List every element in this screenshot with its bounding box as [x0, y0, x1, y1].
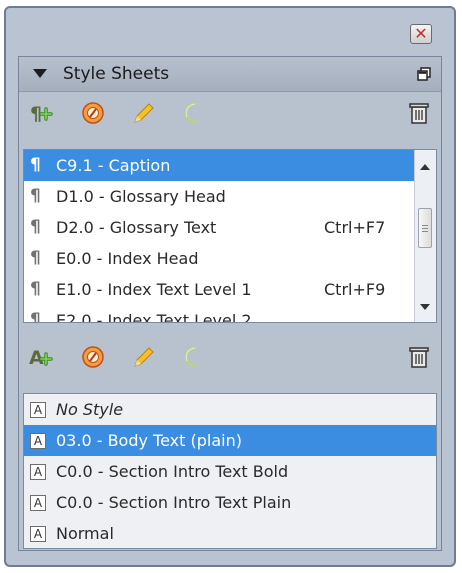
paragraph-style-name: E2.0 - Index Text Level 2 [56, 311, 252, 323]
scroll-down-arrow-icon[interactable] [420, 304, 430, 310]
character-style-name: No Style [56, 400, 124, 419]
paragraph-styles-list[interactable]: ¶ C9.1 - Caption ¶ D1.0 - Glossary Head ¶ D2.… [23, 149, 437, 323]
close-button[interactable]: ✕ [410, 24, 432, 44]
paragraph-styles-toolbar: ¶ [19, 93, 441, 131]
scroll-up-arrow-icon[interactable] [420, 164, 430, 170]
character-style-item[interactable]: A No Style [24, 394, 436, 425]
panel-title: Style Sheets [63, 64, 170, 84]
character-style-icon: A [30, 402, 46, 418]
paragraph-style-shortcut: Ctrl+F7 [324, 218, 386, 237]
character-style-name: C0.0 - Section Intro Text Bold [56, 462, 289, 481]
paragraph-style-icon: ¶ [30, 217, 41, 237]
style-sheets-panel: Style Sheets ¶ ¶ C9.1 - Caption ¶ D1.0 -… [18, 56, 442, 551]
new-character-style-icon[interactable]: A [29, 345, 53, 369]
apply-style-icon[interactable] [81, 101, 105, 125]
duplicate-icon[interactable] [179, 345, 203, 369]
paragraph-style-icon: ¶ [30, 279, 41, 299]
character-style-name: C0.0 - Section Intro Text Plain [56, 493, 292, 512]
character-style-icon: A [30, 464, 46, 480]
paragraph-style-name: E0.0 - Index Head [56, 249, 199, 268]
panel-title-bar: Style Sheets [19, 57, 441, 92]
paragraph-style-name: D1.0 - Glossary Head [56, 187, 226, 206]
trash-icon[interactable] [407, 345, 431, 369]
paragraph-style-name: E1.0 - Index Text Level 1 [56, 280, 252, 299]
character-style-icon: A [30, 526, 46, 542]
character-style-name: 03.0 - Body Text (plain) [56, 431, 242, 450]
paragraph-style-item[interactable]: ¶ E2.0 - Index Text Level 2 [24, 305, 436, 323]
character-style-icon: A [30, 433, 46, 449]
paragraph-style-item[interactable]: ¶ C9.1 - Caption [24, 150, 414, 181]
duplicate-icon[interactable] [179, 101, 203, 125]
triangle-down-icon[interactable] [33, 69, 47, 78]
edit-pencil-icon[interactable] [131, 345, 155, 369]
paragraph-style-item[interactable]: ¶ D2.0 - Glossary Text Ctrl+F7 [24, 212, 436, 243]
character-style-icon: A [30, 495, 46, 511]
paragraph-style-name: D2.0 - Glossary Text [56, 218, 217, 237]
paragraph-list-scrollbar[interactable] [414, 150, 436, 322]
character-style-item[interactable]: A C0.0 - Section Intro Text Bold [24, 456, 436, 487]
paragraph-style-icon: ¶ [30, 310, 41, 323]
character-style-item[interactable]: A Normal [24, 518, 436, 548]
trash-icon[interactable] [407, 101, 431, 125]
paragraph-style-icon: ¶ [30, 248, 41, 268]
edit-pencil-icon[interactable] [131, 101, 155, 125]
paragraph-style-item[interactable]: ¶ D1.0 - Glossary Head [24, 181, 436, 212]
new-paragraph-style-icon[interactable]: ¶ [29, 101, 53, 125]
paragraph-style-item[interactable]: ¶ E1.0 - Index Text Level 1 Ctrl+F9 [24, 274, 436, 305]
scroll-thumb[interactable] [418, 208, 432, 248]
panel-menu-icon[interactable] [417, 67, 431, 81]
character-style-item[interactable]: A C0.0 - Section Intro Text Plain [24, 487, 436, 518]
paragraph-style-shortcut: Ctrl+F9 [324, 280, 386, 299]
paragraph-style-icon: ¶ [30, 186, 41, 206]
paragraph-style-item[interactable]: ¶ E0.0 - Index Head [24, 243, 436, 274]
character-styles-toolbar: A [19, 337, 441, 375]
character-style-item[interactable]: A 03.0 - Body Text (plain) [24, 425, 436, 456]
paragraph-style-name: C9.1 - Caption [56, 156, 171, 175]
apply-style-icon[interactable] [81, 345, 105, 369]
character-style-name: Normal [56, 524, 114, 543]
character-styles-list[interactable]: A No Style A 03.0 - Body Text (plain) A C0.0 … [23, 393, 437, 549]
paragraph-style-icon: ¶ [30, 155, 41, 175]
